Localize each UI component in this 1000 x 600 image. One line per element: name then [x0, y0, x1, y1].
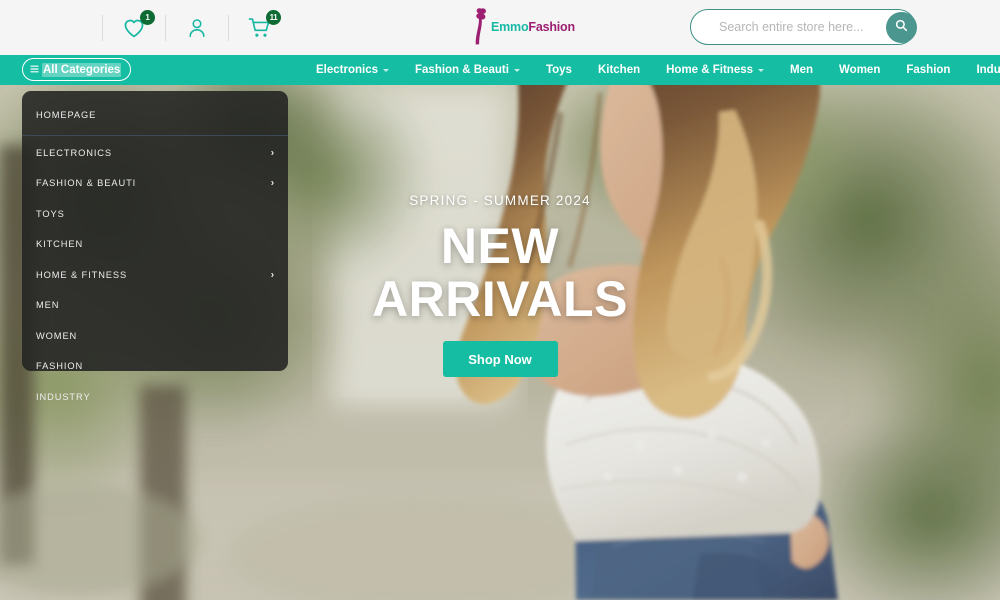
- top-bar-icons: 1 11: [88, 10, 281, 46]
- divider: [228, 15, 229, 41]
- logo-text: EmmoFashion: [491, 21, 575, 34]
- user-icon: [186, 17, 208, 39]
- nav-item-toys[interactable]: Toys: [533, 55, 585, 85]
- chevron-down-icon: [383, 68, 389, 72]
- category-item-toys[interactable]: TOYS: [22, 203, 288, 226]
- shop-now-button[interactable]: Shop Now: [442, 341, 558, 377]
- divider: [165, 15, 166, 41]
- nav-item-industry[interactable]: Industry: [963, 55, 1000, 85]
- nav-item-men[interactable]: Men: [777, 55, 826, 85]
- chevron-down-icon: [758, 68, 765, 72]
- search-icon: [895, 19, 908, 35]
- category-dropdown-panel: HOMEPAGE ELECTRONICS › FASHION & BEAUTI …: [22, 91, 288, 402]
- category-item-label: HOME & FITNESS: [36, 269, 128, 280]
- main-navigation: All Categories Electronics Fashion & Bea…: [0, 55, 1000, 85]
- nav-item-label: Toys: [545, 64, 572, 76]
- nav-item-label: Fashion & Beauti: [415, 64, 509, 76]
- nav-links: Electronics Fashion & Beauti Toys Kitche…: [303, 55, 1000, 85]
- category-item-label: TOYS: [36, 208, 65, 219]
- search-bar[interactable]: [690, 9, 917, 45]
- all-categories-button[interactable]: All Categories: [22, 58, 132, 81]
- logo-text-secondary: Fashion: [528, 19, 575, 34]
- category-item-home-fitness[interactable]: HOME & FITNESS ›: [22, 264, 288, 287]
- wishlist-button[interactable]: 1: [117, 10, 155, 45]
- category-item-men[interactable]: MEN: [22, 294, 288, 317]
- nav-item-label: Men: [790, 64, 814, 76]
- search-button[interactable]: [886, 11, 917, 43]
- cart-badge: 11: [266, 10, 281, 25]
- category-item-kitchen[interactable]: KITCHEN: [22, 233, 288, 256]
- category-item-women[interactable]: WOMEN: [22, 325, 288, 348]
- nav-item-women[interactable]: Women: [826, 55, 893, 85]
- dress-icon: [472, 7, 492, 47]
- hero-headline-line1: NEW: [440, 218, 560, 274]
- category-item-label: FASHION: [36, 361, 84, 372]
- hero-headline-line2: ARRIVALS: [372, 271, 628, 327]
- all-categories-label: All Categories: [42, 62, 122, 77]
- category-item-label: KITCHEN: [36, 239, 84, 250]
- chevron-down-icon: [513, 68, 520, 72]
- category-item-label: MEN: [36, 300, 60, 311]
- nav-item-home-fitness[interactable]: Home & Fitness: [653, 55, 777, 85]
- nav-item-label: Women: [839, 64, 881, 76]
- wishlist-badge: 1: [140, 10, 155, 25]
- category-item-homepage[interactable]: HOMEPAGE: [22, 104, 288, 127]
- logo-text-primary: Emmo: [491, 19, 529, 34]
- chevron-right-icon: ›: [270, 269, 275, 281]
- nav-item-fashion-beauti[interactable]: Fashion & Beauti: [402, 55, 533, 85]
- category-item-fashion[interactable]: FASHION: [22, 355, 288, 378]
- category-item-label: INDUSTRY: [36, 391, 91, 402]
- hero-kicker: SPRING - SUMMER 2024: [409, 193, 591, 208]
- category-item-industry[interactable]: INDUSTRY: [22, 386, 288, 409]
- divider: [22, 134, 288, 136]
- nav-item-label: Fashion: [906, 64, 951, 76]
- nav-item-fashion[interactable]: Fashion: [893, 55, 963, 85]
- category-item-electronics[interactable]: ELECTRONICS ›: [22, 142, 288, 165]
- nav-item-label: Industry: [976, 64, 1000, 76]
- chevron-right-icon: ›: [270, 147, 275, 159]
- category-item-label: HOMEPAGE: [36, 110, 97, 121]
- hamburger-icon: [30, 64, 39, 76]
- nav-item-label: Electronics: [316, 64, 378, 76]
- top-bar: 1 11 EmmoFashion Search entire store her…: [0, 0, 1000, 55]
- category-item-label: ELECTRONICS: [36, 147, 113, 158]
- site-logo[interactable]: EmmoFashion: [472, 6, 575, 48]
- chevron-right-icon: ›: [270, 177, 275, 189]
- category-item-label: FASHION & BEAUTI: [36, 178, 137, 189]
- cart-button[interactable]: 11: [243, 10, 281, 45]
- search-input[interactable]: [691, 20, 886, 34]
- account-button[interactable]: [180, 11, 214, 45]
- nav-item-kitchen[interactable]: Kitchen: [585, 55, 653, 85]
- divider: [102, 15, 103, 41]
- nav-item-label: Kitchen: [597, 64, 641, 76]
- nav-item-electronics[interactable]: Electronics: [303, 55, 402, 85]
- nav-item-label: Home & Fitness: [666, 64, 754, 76]
- category-item-label: WOMEN: [36, 330, 78, 341]
- category-item-fashion-beauti[interactable]: FASHION & BEAUTI ›: [22, 172, 288, 195]
